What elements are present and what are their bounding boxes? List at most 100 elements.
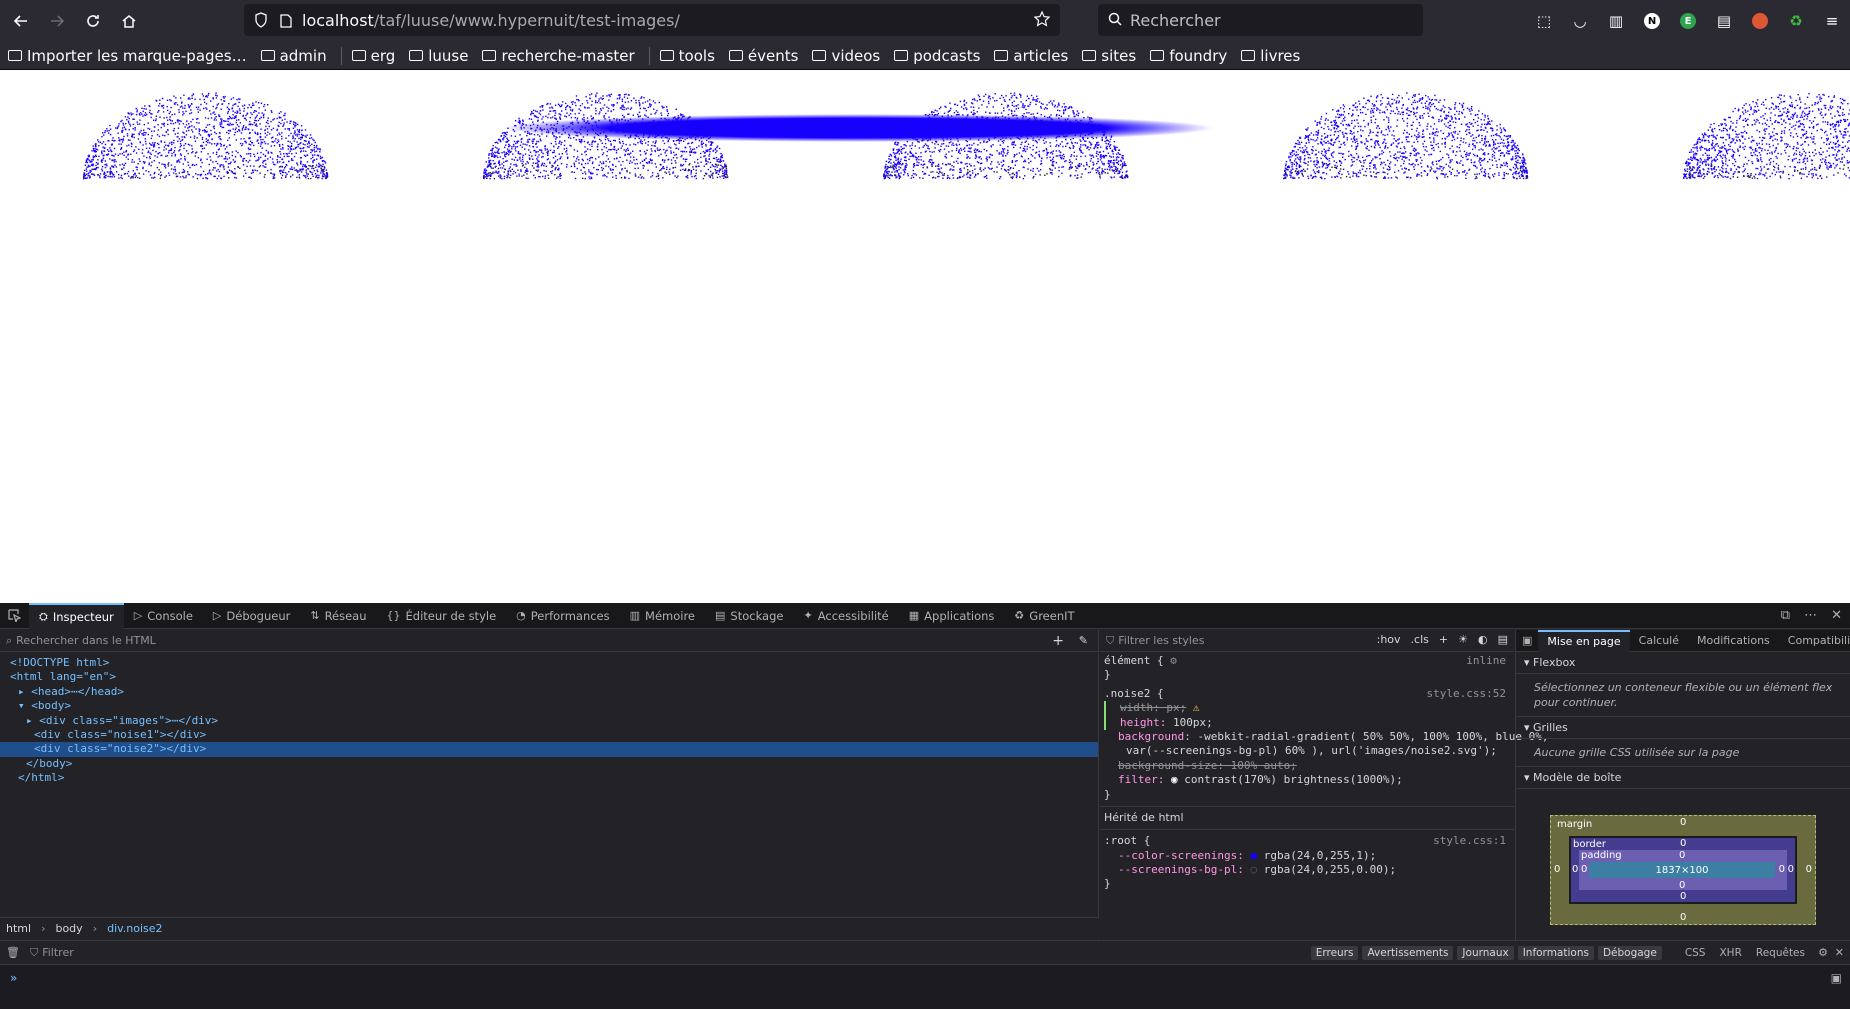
noise-dot (229, 162, 231, 165)
noise-dot (296, 141, 298, 143)
noise-dot (128, 122, 130, 124)
noise-dot (279, 145, 281, 147)
bookmark-folder[interactable]: foundry (1150, 47, 1227, 65)
noise-dot (960, 169, 962, 172)
noise-dot (905, 145, 907, 147)
noise-dot (262, 116, 265, 119)
noise-dot (124, 162, 127, 164)
save-to-pocket-icon[interactable]: ⬚ (1526, 3, 1562, 39)
noise-dot (325, 175, 328, 177)
noise-dot (555, 160, 557, 162)
noise-dot (668, 146, 670, 148)
noise-dot (1097, 141, 1099, 144)
url-bar[interactable]: localhost/taf/luuse/www.hypernuit/test-i… (244, 4, 1060, 36)
noise-dot (895, 159, 897, 161)
noise-dot (498, 170, 500, 173)
bookmark-folder[interactable]: erg (351, 47, 395, 65)
noise-dot (111, 175, 113, 178)
url-text[interactable]: localhost/taf/luuse/www.hypernuit/test-i… (302, 11, 680, 30)
noise-dot (996, 150, 998, 152)
noise-dot (1121, 175, 1123, 178)
reload-button[interactable] (75, 3, 111, 39)
bookmark-folder[interactable]: admin (260, 47, 327, 65)
noise-dot (561, 141, 563, 144)
noise-dot (673, 140, 675, 142)
noise-dot (551, 172, 553, 175)
noise-dot (228, 137, 231, 139)
bookmark-folder[interactable]: évents (728, 47, 798, 65)
noise-dot (1035, 152, 1037, 154)
noise-dot (128, 144, 130, 146)
noise-dot (227, 120, 229, 123)
reader-view-icon[interactable]: ▥ (1598, 3, 1634, 39)
noise-dot (510, 163, 512, 165)
noise-dot (142, 115, 144, 117)
folder-icon (1241, 50, 1256, 61)
bookmark-folder[interactable]: luuse (409, 47, 468, 65)
noise-dot (547, 151, 549, 153)
noise-dot (505, 151, 507, 154)
bookmark-import[interactable]: Importer les marque-pages… (8, 47, 247, 65)
noise-dot (1029, 103, 1031, 106)
bookmark-folder[interactable]: sites (1082, 47, 1136, 65)
noise-dot (265, 121, 268, 124)
noise-dot (306, 161, 309, 163)
noise-dot (700, 143, 703, 146)
noise-dot (628, 113, 630, 115)
greenit-icon[interactable]: ♻ (1778, 3, 1814, 39)
noise-dot (517, 152, 519, 154)
document-icon[interactable]: ▤ (1706, 3, 1742, 39)
noise-dot (102, 141, 105, 143)
noise-dot (267, 131, 269, 133)
duckduckgo-icon[interactable] (1742, 3, 1778, 39)
noise-dot (1099, 175, 1101, 177)
extension-n-icon[interactable]: N (1634, 3, 1670, 39)
noise-dot (949, 169, 951, 171)
noise-dot (291, 153, 293, 155)
noise-dot (187, 164, 190, 166)
noise-dot (300, 136, 302, 139)
noise-dot (707, 149, 709, 151)
home-button[interactable] (111, 3, 147, 39)
noise-dot (513, 164, 515, 166)
extension-e-icon[interactable]: E (1670, 3, 1706, 39)
bookmark-star-icon[interactable] (1033, 10, 1051, 31)
back-button[interactable] (3, 3, 39, 39)
noise-dot (980, 170, 982, 172)
noise-dot (115, 127, 117, 129)
noise-dot (258, 156, 260, 159)
noise-dot (174, 155, 176, 157)
bookmark-folder[interactable]: tools (659, 47, 715, 65)
bookmark-folder[interactable]: livres (1241, 47, 1300, 65)
noise-dot (199, 134, 202, 136)
noise-dot (1020, 143, 1022, 146)
noise-dot (1099, 173, 1101, 176)
pocket-icon[interactable]: ◡ (1562, 3, 1598, 39)
forward-button[interactable] (39, 3, 75, 39)
noise-dot (589, 94, 591, 96)
noise-dot (1403, 120, 1405, 122)
noise-dot (1468, 143, 1470, 145)
shield-icon[interactable] (254, 12, 268, 28)
noise-dot (658, 149, 660, 151)
folder-icon (659, 50, 674, 61)
noise-dot (1022, 103, 1024, 105)
noise-dot (956, 147, 958, 150)
menu-icon[interactable]: ≡ (1814, 3, 1850, 39)
noise-dot (158, 135, 161, 138)
noise-dot (97, 141, 100, 143)
noise-dot (964, 163, 967, 165)
search-bar[interactable]: Rechercher (1098, 4, 1423, 36)
bookmark-folder[interactable]: recherche-master (482, 47, 635, 65)
noise-dot (947, 145, 950, 147)
noise-dot (639, 115, 641, 117)
noise-dot (547, 174, 549, 176)
noise-dot (651, 150, 653, 152)
bookmark-folder[interactable]: articles (994, 47, 1068, 65)
noise-dot (254, 117, 256, 119)
noise-dot (901, 162, 904, 165)
page-icon[interactable] (280, 13, 292, 28)
bookmark-folder[interactable]: videos (812, 47, 880, 65)
noise-dot (254, 132, 257, 135)
bookmark-folder[interactable]: podcasts (894, 47, 980, 65)
